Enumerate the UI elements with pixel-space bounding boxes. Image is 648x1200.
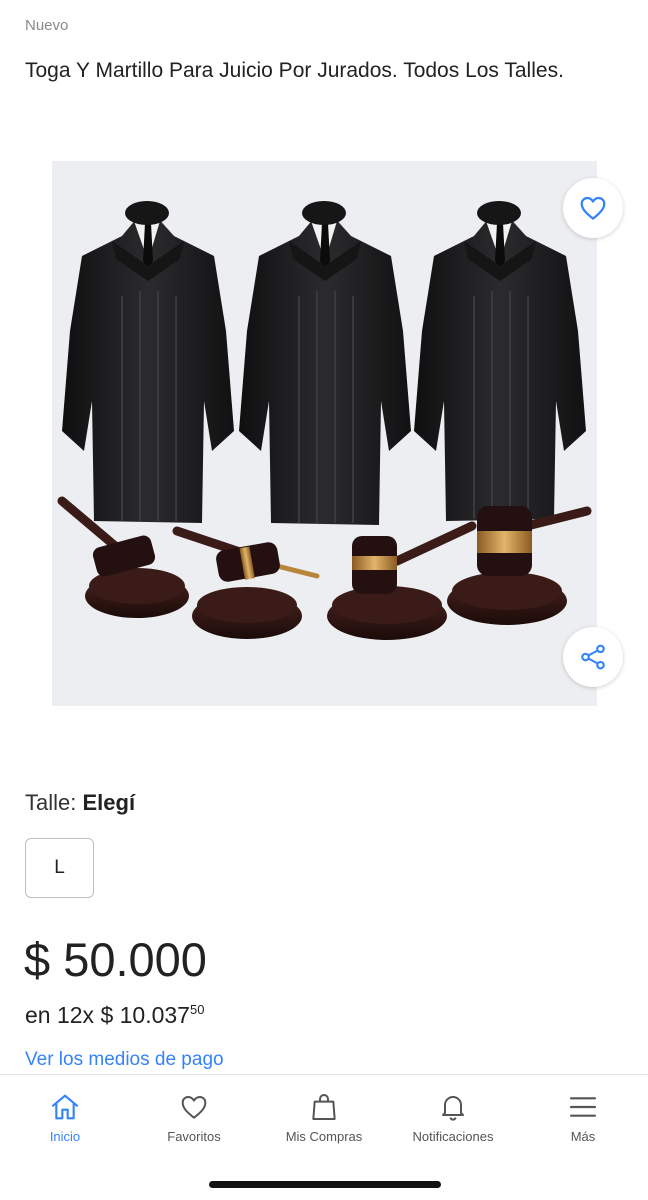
nav-item-mis-compras[interactable]: Mis Compras [259,1091,389,1144]
heart-icon [580,196,606,220]
product-title: Toga Y Martillo Para Juicio Por Jurados.… [25,59,564,82]
nav-item-mas[interactable]: Más [518,1091,648,1144]
shopping-bag-icon [312,1093,336,1120]
product-image[interactable] [52,161,597,706]
share-button[interactable] [563,627,623,687]
price: $ 50.000 [24,933,207,986]
installments: en 12x $ 10.03750 [25,1002,204,1029]
installments-cents: 50 [189,1002,205,1017]
size-selected-value: Elegí [82,790,136,815]
nav-label-favoritos: Favoritos [167,1129,221,1144]
share-icon [581,644,605,670]
nav-item-notificaciones[interactable]: Notificaciones [388,1091,518,1144]
nav-item-favoritos[interactable]: Favoritos [129,1091,259,1144]
menu-icon [569,1097,597,1117]
nav-item-inicio[interactable]: Inicio [0,1091,130,1144]
nav-label-mas: Más [570,1129,596,1144]
nav-label-notificaciones: Notificaciones [412,1129,494,1144]
favorite-button[interactable] [563,178,623,238]
home-icon [51,1094,79,1120]
installments-amount: en 12x $ 10.037 [25,1002,190,1028]
heart-icon [181,1096,207,1119]
size-label-text: Talle: [25,790,77,815]
nav-label-mis-compras: Mis Compras [285,1129,363,1144]
payment-methods-link[interactable]: Ver los medios de pago [25,1049,224,1071]
nav-label-inicio: Inicio [49,1129,81,1144]
size-option-l[interactable]: L [25,838,94,898]
home-indicator [209,1181,441,1188]
product-condition: Nuevo [25,17,69,34]
product-photo [52,161,597,706]
size-label: Talle: Elegí [25,790,135,816]
bell-icon [442,1096,464,1121]
